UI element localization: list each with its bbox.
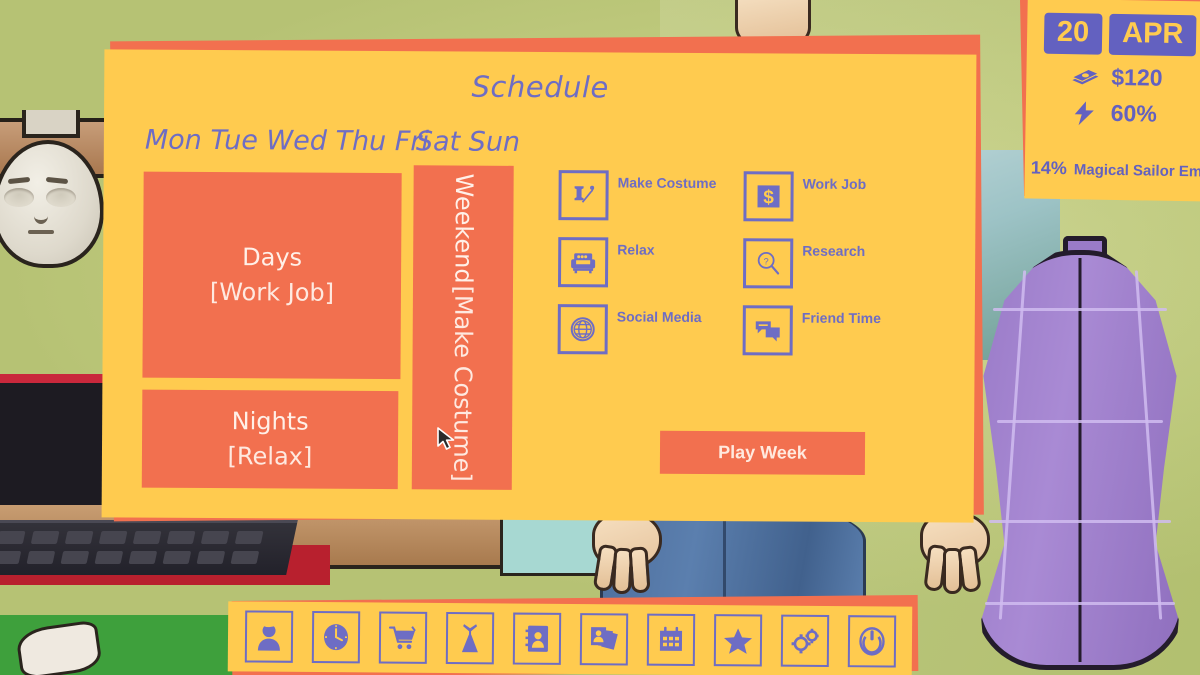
toolbar-button-calendar[interactable] — [646, 613, 695, 666]
page-title: Schedule — [471, 69, 609, 105]
svg-text:?: ? — [764, 256, 769, 266]
slot-activity: [Work Job] — [209, 277, 335, 307]
weekend-header: Sat Sun — [415, 126, 521, 158]
globe-icon — [557, 304, 608, 355]
clock-icon — [321, 622, 349, 652]
date-month: APR — [1108, 13, 1197, 57]
activity-make-costume[interactable]: Make Costume — [558, 170, 733, 238]
mannequin-eye-left — [4, 188, 34, 207]
toolbar-button-time[interactable] — [311, 610, 360, 664]
star-icon — [722, 626, 752, 654]
play-week-button[interactable]: Play Week — [659, 430, 866, 475]
date-display: 20 APR — [1027, 12, 1200, 57]
power-icon — [857, 626, 885, 656]
activity-friend-time[interactable]: Friend Time — [742, 305, 917, 373]
activity-work-job[interactable]: $ Work Job — [743, 171, 918, 239]
main-toolbar — [227, 601, 913, 675]
sofa-icon — [557, 237, 609, 288]
slot-activity: [Relax] — [227, 442, 313, 471]
toolbar-button-profile[interactable] — [244, 610, 293, 663]
toolbar-button-favorites[interactable] — [713, 614, 762, 667]
slot-label: Days — [242, 243, 303, 272]
schedule-panel: Schedule Mon Tue Wed Thu Fri Sat Sun Day… — [101, 49, 977, 523]
dress-form-mannequin — [975, 236, 1185, 670]
activity-label: Work Job — [802, 175, 867, 192]
toolbar-button-wardrobe[interactable] — [445, 612, 494, 665]
money-stat: $120 — [1070, 63, 1200, 92]
mannequin-mouth — [28, 230, 54, 234]
dollar-sign-icon: $ — [743, 171, 794, 222]
activity-social-media[interactable]: Social Media — [557, 304, 732, 372]
person-icon — [255, 622, 281, 652]
chat-bubbles-icon — [742, 305, 793, 356]
schedule-slot-nights[interactable]: Nights [Relax] — [141, 389, 399, 490]
lightning-bolt-icon — [1070, 100, 1100, 127]
project-percent: 14% — [1030, 157, 1068, 179]
mannequin-brow-right — [45, 176, 69, 185]
calendar-icon — [656, 626, 684, 654]
schedule-slot-days[interactable]: Days [Work Job] — [142, 171, 402, 380]
energy-stat: 60% — [1070, 99, 1200, 128]
svg-text:$: $ — [763, 187, 774, 208]
game-screen: Schedule Mon Tue Wed Thu Fri Sat Sun Day… — [0, 0, 1200, 675]
weekday-header: Mon Tue Wed Thu Fri — [144, 124, 430, 158]
slot-label: Nights — [231, 407, 309, 436]
mannequin-nose — [34, 208, 48, 224]
photos-icon — [588, 625, 618, 653]
mannequin-eye-right — [46, 188, 76, 207]
activity-label: Make Costume — [617, 174, 717, 192]
address-book-icon — [523, 624, 549, 654]
magnifier-question-icon: ? — [742, 238, 794, 289]
activity-label: Social Media — [616, 308, 702, 325]
mannequin-head-neck — [22, 110, 80, 138]
slot-activity: [Make Costume] — [448, 285, 478, 482]
money-value: $120 — [1111, 63, 1163, 91]
activity-research[interactable]: ? Research — [742, 238, 918, 306]
slot-label: Weekend — [449, 173, 479, 284]
toolbar-button-quit[interactable] — [847, 615, 896, 668]
toolbar-button-gallery[interactable] — [579, 613, 628, 666]
schedule-slot-weekend[interactable]: Weekend [Make Costume] — [411, 165, 514, 490]
toolbar-button-contacts[interactable] — [512, 612, 561, 665]
activity-label: Relax — [617, 241, 655, 258]
activity-label: Research — [802, 242, 866, 259]
laptop-keyboard — [0, 520, 298, 575]
shopping-cart-icon — [387, 624, 417, 652]
activity-list: Make Costume $ Work Job Relax ? Research… — [557, 170, 918, 373]
status-hud: 20 APR $120 60% 14% Magical Sailor Empre — [1024, 0, 1200, 202]
project-name: Magical Sailor Empre — [1073, 161, 1200, 181]
mannequin-brow-left — [7, 176, 31, 185]
dress-icon — [456, 622, 482, 654]
activity-label: Friend Time — [801, 309, 881, 327]
project-progress: 14% Magical Sailor Empre — [1031, 157, 1200, 181]
energy-value: 60% — [1110, 99, 1158, 127]
gears-icon — [789, 627, 819, 655]
thread-spool-needle-icon — [558, 170, 609, 221]
date-day: 20 — [1043, 12, 1103, 55]
toolbar-button-settings[interactable] — [780, 614, 829, 668]
activity-relax[interactable]: Relax — [557, 237, 733, 305]
toolbar-button-shop[interactable] — [378, 611, 427, 664]
money-stack-icon — [1070, 67, 1100, 88]
